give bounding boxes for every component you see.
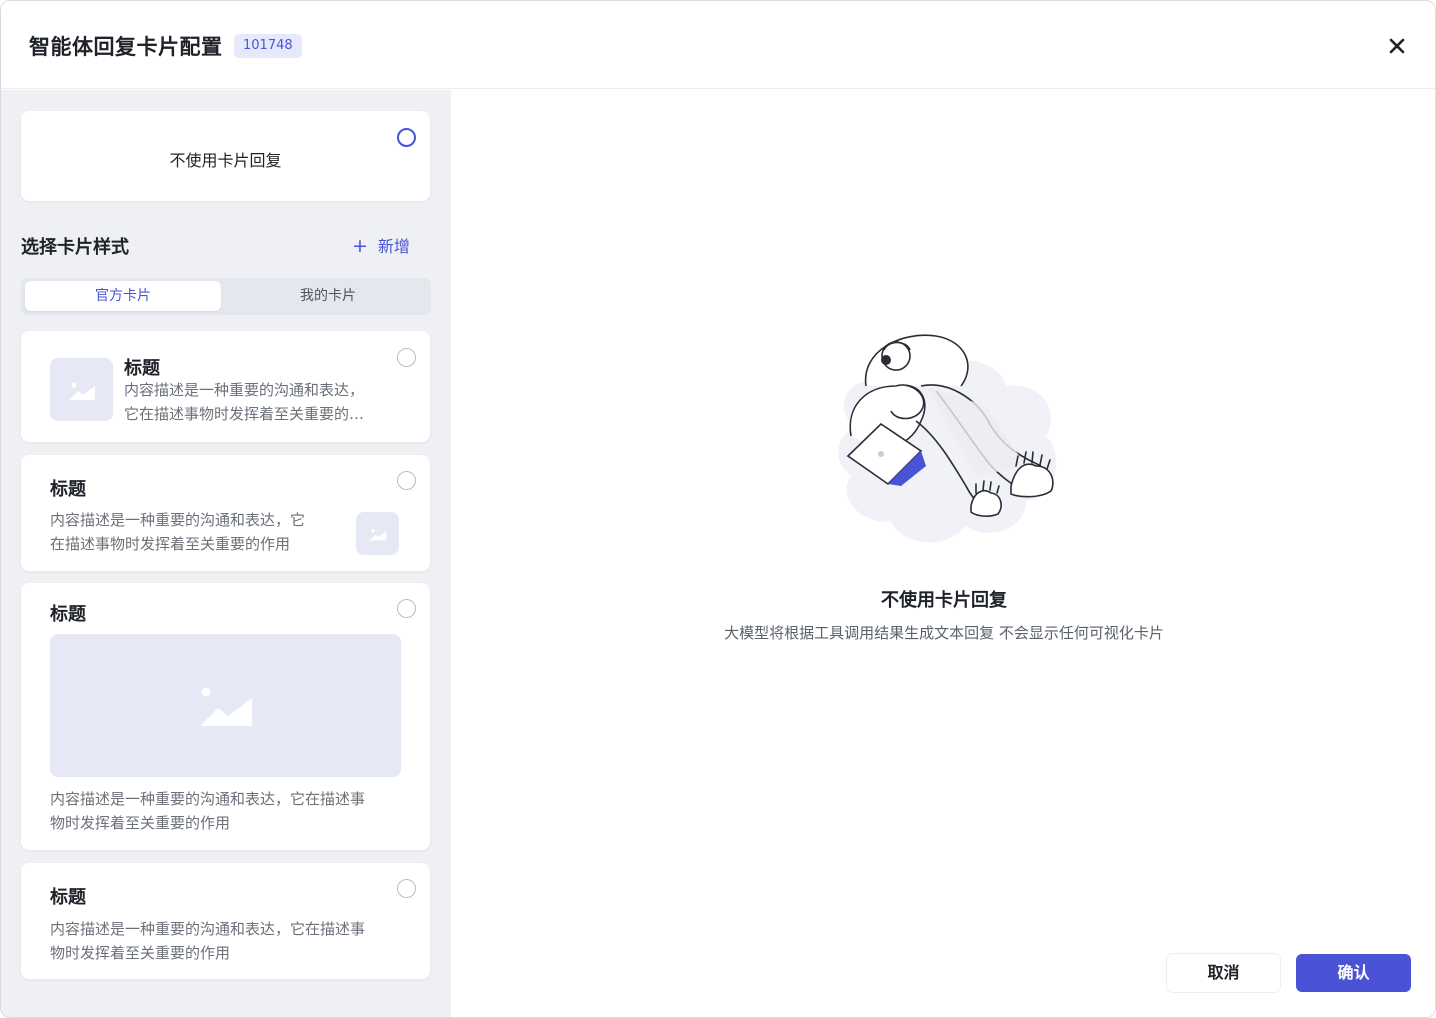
card-template-text-only[interactable]: 标题 内容描述是一种重要的沟通和表达，它在描述事 物时发挥着至关重要的作用	[21, 863, 430, 979]
card-radio[interactable]	[397, 348, 416, 367]
image-placeholder	[50, 634, 401, 777]
section-title: 选择卡片样式	[21, 237, 129, 258]
card-description-line: 它在描述事物时发挥着至关重要的…	[124, 405, 365, 423]
confirm-button[interactable]: 确认	[1296, 954, 1411, 992]
card-description-line: 内容描述是一种重要的沟通和表达，它在描述事	[50, 790, 366, 808]
add-card-label: 新增	[377, 237, 410, 256]
card-description-line: 物时发挥着至关重要的作用	[50, 814, 231, 832]
card-description: 内容描述是一种重要的沟通和表达，它在描述事 物时发挥着至关重要的作用	[50, 917, 410, 965]
image-icon	[68, 381, 95, 400]
card-style-sidebar: 不使用卡片回复 选择卡片样式 + 新增 官方卡片 我的卡片 标题 内容描述是一种重…	[1, 90, 451, 1017]
card-description-line: 物时发挥着至关重要的作用	[50, 944, 231, 962]
card-description-line: 内容描述是一种重要的沟通和表达，它在描述事	[50, 920, 366, 938]
dialog-header: 智能体回复卡片配置 101748	[1, 1, 1435, 89]
card-description: 内容描述是一种重要的沟通和表达，它 在描述事物时发挥着至关重要的作用	[50, 508, 350, 556]
card-title: 标题	[50, 887, 86, 908]
plus-icon: +	[352, 235, 368, 257]
card-title: 标题	[50, 479, 86, 500]
image-icon	[369, 528, 386, 540]
image-placeholder	[356, 512, 399, 555]
dialog-title: 智能体回复卡片配置	[29, 35, 223, 59]
card-radio[interactable]	[397, 879, 416, 898]
card-radio[interactable]	[397, 599, 416, 618]
cancel-button[interactable]: 取消	[1167, 954, 1280, 992]
image-icon	[199, 687, 252, 726]
card-config-dialog: 智能体回复卡片配置 101748 不使用卡片回复 选择卡片样式 + 新增 官方卡片…	[0, 0, 1436, 1018]
add-card-button[interactable]: + 新增	[352, 233, 410, 257]
person-relaxing-with-laptop-illustration	[838, 334, 1057, 543]
no-card-radio[interactable]	[397, 128, 416, 147]
preview-title: 不使用卡片回复	[881, 590, 1007, 611]
tab-my-cards[interactable]: 我的卡片	[229, 281, 427, 311]
no-card-label: 不使用卡片回复	[169, 151, 282, 170]
card-tabs: 官方卡片 我的卡片	[21, 278, 431, 315]
no-card-option[interactable]: 不使用卡片回复	[21, 111, 430, 201]
card-description-line: 内容描述是一种重要的沟通和表达，	[124, 381, 365, 399]
card-title: 标题	[50, 604, 86, 625]
tab-official-cards[interactable]: 官方卡片	[25, 281, 221, 311]
id-badge: 101748	[234, 34, 302, 58]
card-description: 内容描述是一种重要的沟通和表达，它在描述事 物时发挥着至关重要的作用	[50, 787, 410, 835]
card-description-line: 内容描述是一种重要的沟通和表达，它	[50, 511, 306, 529]
card-description: 内容描述是一种重要的沟通和表达， 它在描述事物时发挥着至关重要的…	[124, 378, 414, 426]
preview-description: 大模型将根据工具调用结果生成文本回复 不会显示任何可视化卡片	[724, 624, 1164, 642]
close-icon	[1389, 38, 1405, 54]
card-description-line: 在描述事物时发挥着至关重要的作用	[50, 535, 291, 553]
image-placeholder	[50, 358, 113, 421]
card-radio[interactable]	[397, 471, 416, 490]
card-template-image-large[interactable]: 标题 内容描述是一种重要的沟通和表达，它在描述事 物时发挥着至关重要的作用	[21, 583, 430, 850]
close-button[interactable]	[1383, 32, 1411, 60]
card-title: 标题	[124, 358, 160, 379]
card-template-image-right[interactable]: 标题 内容描述是一种重要的沟通和表达，它 在描述事物时发挥着至关重要的作用	[21, 455, 430, 571]
preview-panel: 不使用卡片回复 大模型将根据工具调用结果生成文本回复 不会显示任何可视化卡片 取…	[451, 90, 1435, 1017]
card-template-image-left[interactable]: 标题 内容描述是一种重要的沟通和表达， 它在描述事物时发挥着至关重要的…	[21, 331, 430, 442]
